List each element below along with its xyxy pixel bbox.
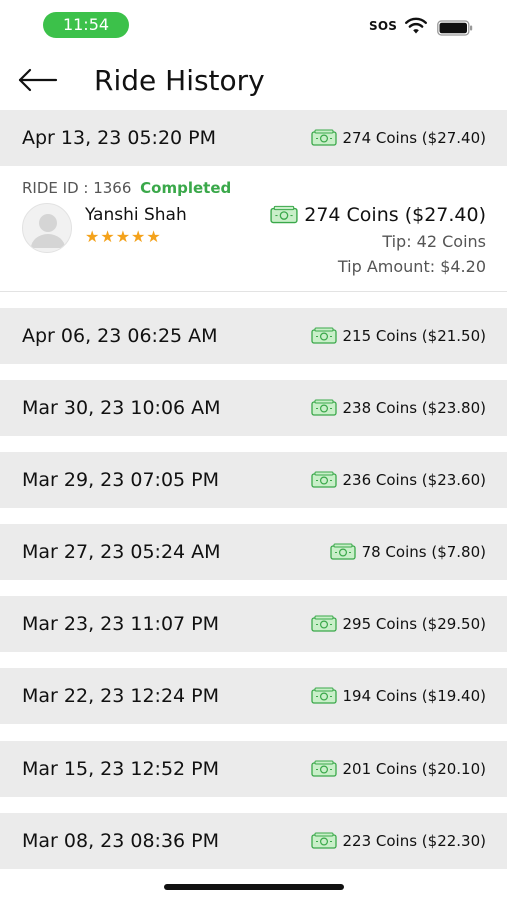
ride-amount-text: 236 Coins ($23.60) xyxy=(342,471,487,489)
ride-row[interactable]: Mar 22, 23 12:24 PM 194 Coins ($19.40) xyxy=(0,668,507,724)
ride-amount: 194 Coins ($19.40) xyxy=(310,668,487,724)
user-avatar-icon xyxy=(31,214,65,248)
ride-amount: 238 Coins ($23.80) xyxy=(310,380,487,436)
ride-date: Mar 29, 23 07:05 PM xyxy=(22,469,220,491)
coins-icon xyxy=(310,760,337,777)
coins-icon xyxy=(310,615,337,632)
detail-amount: 274 Coins ($27.40) xyxy=(270,204,486,226)
ride-id-text: RIDE ID : 1366 xyxy=(22,179,132,197)
ride-amount: 201 Coins ($20.10) xyxy=(310,741,487,797)
coins-icon xyxy=(310,687,337,704)
coins-icon xyxy=(329,543,356,560)
ride-row[interactable]: Mar 23, 23 11:07 PM 295 Coins ($29.50) xyxy=(0,596,507,652)
coins-icon xyxy=(270,205,298,224)
coins-icon xyxy=(310,832,337,849)
ride-date: Mar 23, 23 11:07 PM xyxy=(22,613,220,635)
star-icon: ★ xyxy=(85,227,100,246)
battery-icon xyxy=(437,20,473,36)
ride-date: Mar 27, 23 05:24 AM xyxy=(22,541,221,563)
sos-indicator: SOS xyxy=(369,19,398,33)
avatar xyxy=(22,203,72,253)
ride-amount: 78 Coins ($7.80) xyxy=(329,524,486,580)
ride-date: Mar 08, 23 08:36 PM xyxy=(22,830,220,852)
status-time: 11:54 xyxy=(43,12,129,38)
star-icon: ★ xyxy=(146,227,161,246)
coins-icon xyxy=(310,129,337,146)
page-title: Ride History xyxy=(94,64,265,97)
ride-amount: 274 Coins ($27.40) xyxy=(310,110,487,166)
ride-date: Apr 13, 23 05:20 PM xyxy=(22,127,217,149)
ride-row[interactable]: Mar 27, 23 05:24 AM 78 Coins ($7.80) xyxy=(0,524,507,580)
ride-amount: 236 Coins ($23.60) xyxy=(310,452,487,508)
ride-amount-text: 223 Coins ($22.30) xyxy=(342,832,487,850)
ride-row[interactable]: Mar 08, 23 08:36 PM 223 Coins ($22.30) xyxy=(0,813,507,869)
ride-row[interactable]: Apr 06, 23 06:25 AM 215 Coins ($21.50) xyxy=(0,308,507,364)
star-icon: ★ xyxy=(115,227,131,246)
home-indicator[interactable] xyxy=(164,884,344,890)
status-bar: 11:54 SOS xyxy=(0,0,507,50)
ride-row[interactable]: Mar 15, 23 12:52 PM 201 Coins ($20.10) xyxy=(0,741,507,797)
ride-amount-text: 238 Coins ($23.80) xyxy=(342,399,487,417)
wifi-icon xyxy=(405,17,427,34)
ride-amount-text: 201 Coins ($20.10) xyxy=(342,760,487,778)
tip-amount: Tip Amount: $4.20 xyxy=(337,257,486,276)
back-button[interactable] xyxy=(16,62,60,98)
star-icon: ★ xyxy=(131,227,146,246)
coins-icon xyxy=(310,327,337,344)
ride-amount-text: 295 Coins ($29.50) xyxy=(342,615,487,633)
detail-amount-text: 274 Coins ($27.40) xyxy=(304,204,486,226)
ride-status: Completed xyxy=(140,179,232,197)
ride-amount: 295 Coins ($29.50) xyxy=(310,596,487,652)
ride-date: Apr 06, 23 06:25 AM xyxy=(22,325,218,347)
ride-row[interactable]: Apr 13, 23 05:20 PM 274 Coins ($27.40) xyxy=(0,110,507,166)
ride-amount-text: 78 Coins ($7.80) xyxy=(361,543,486,561)
ride-row[interactable]: Mar 29, 23 07:05 PM 236 Coins ($23.60) xyxy=(0,452,507,508)
ride-amount: 215 Coins ($21.50) xyxy=(310,308,487,364)
coins-icon xyxy=(310,471,337,488)
rating-stars: ★ ★ ★ ★ ★ xyxy=(85,229,161,245)
tip-coins: Tip: 42 Coins xyxy=(382,232,486,251)
ride-row[interactable]: Mar 30, 23 10:06 AM 238 Coins ($23.80) xyxy=(0,380,507,436)
ride-date: Mar 30, 23 10:06 AM xyxy=(22,397,221,419)
ride-id: RIDE ID : 1366 Completed xyxy=(22,179,231,197)
driver-name: Yanshi Shah xyxy=(85,205,187,225)
star-icon: ★ xyxy=(100,227,115,246)
header: Ride History xyxy=(0,50,507,110)
ride-detail-card[interactable]: RIDE ID : 1366 Completed Yanshi Shah ★ ★… xyxy=(0,166,507,292)
ride-amount-text: 215 Coins ($21.50) xyxy=(342,327,487,345)
coins-icon xyxy=(310,399,337,416)
ride-date: Mar 22, 23 12:24 PM xyxy=(22,685,220,707)
ride-amount-text: 194 Coins ($19.40) xyxy=(342,687,487,705)
ride-date: Mar 15, 23 12:52 PM xyxy=(22,758,220,780)
arrow-left-icon xyxy=(18,68,58,92)
ride-amount-text: 274 Coins ($27.40) xyxy=(342,129,487,147)
ride-amount: 223 Coins ($22.30) xyxy=(310,813,487,869)
